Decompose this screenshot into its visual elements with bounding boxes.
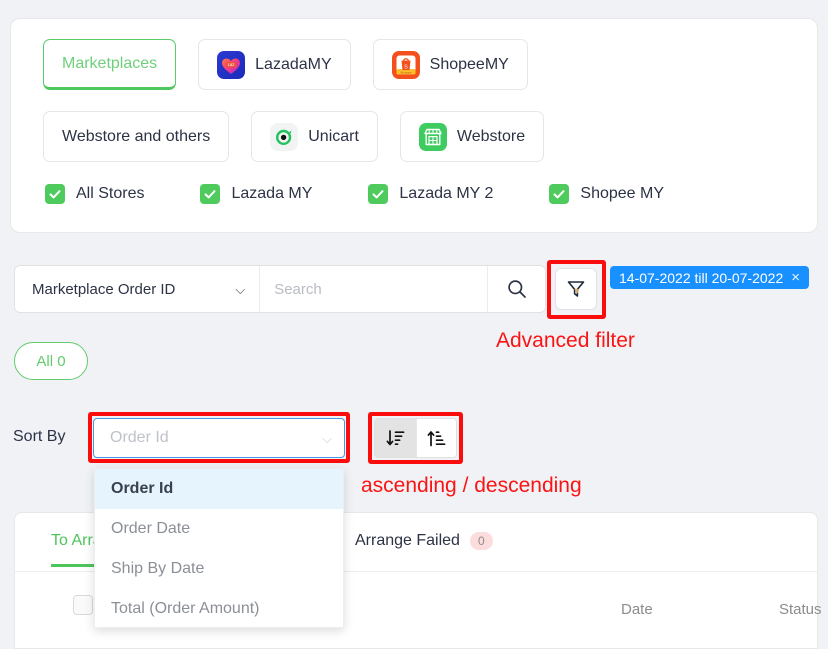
lazada-icon: Laz <box>217 50 246 79</box>
channel-chip-row-marketplaces: Marketplaces Laz LazadaMY S Mo gopio Sho… <box>43 39 550 90</box>
chip-unicart[interactable]: Unicart <box>251 111 378 162</box>
column-header-status[interactable]: Status <box>779 601 822 618</box>
dropdown-option-ship-by-date[interactable]: Ship By Date <box>95 549 343 589</box>
svg-text:Laz: Laz <box>228 62 235 67</box>
annotation-ascending-descending-text: ascending / descending <box>361 474 582 497</box>
search-field-selector[interactable]: Marketplace Order ID ⌵ <box>15 266 261 312</box>
sort-ascending-button[interactable] <box>415 419 456 457</box>
date-range-badge[interactable]: 14-07-2022 till 20-07-2022 × <box>610 266 809 289</box>
check-icon <box>200 184 221 204</box>
chip-webstore[interactable]: Webstore <box>399 111 545 162</box>
dropdown-option-order-date-label: Order Date <box>111 520 191 537</box>
advanced-filter-button[interactable] <box>555 268 597 310</box>
sort-by-label: Sort By <box>13 428 66 445</box>
checkbox-all-stores[interactable]: All Stores <box>45 184 144 204</box>
dropdown-option-total-order-amount[interactable]: Total (Order Amount) <box>95 589 343 627</box>
chip-lazadamy-label: LazadaMY <box>255 55 332 73</box>
search-field-selector-value: Marketplace Order ID <box>32 280 176 298</box>
dropdown-option-order-id[interactable]: Order Id <box>95 469 343 509</box>
dropdown-option-ship-by-date-label: Ship By Date <box>111 560 205 577</box>
search-input[interactable] <box>260 266 488 312</box>
column-header-date[interactable]: Date <box>621 601 653 618</box>
check-icon <box>549 184 570 204</box>
webstore-icon <box>418 122 447 151</box>
chip-webstore-and-others-label: Webstore and others <box>62 127 211 145</box>
search-bar: Marketplace Order ID ⌵ <box>14 265 546 313</box>
tab-arrange-failed-badge: 0 <box>469 532 493 551</box>
channel-chip-row-webstore: Webstore and others Unicart Webstore <box>43 111 566 162</box>
store-checkbox-row: All Stores Lazada MY Lazada MY 2 Shopee … <box>45 184 720 204</box>
status-tag-all-label: All 0 <box>36 352 66 370</box>
chevron-down-icon: ⌵ <box>235 281 246 297</box>
funnel-icon <box>565 278 587 300</box>
chip-webstore-label: Webstore <box>456 127 526 145</box>
check-icon <box>368 184 389 204</box>
chip-shopeemy[interactable]: S Mo gopio ShopeeMY <box>372 39 528 90</box>
chip-webstore-and-others[interactable]: Webstore and others <box>43 111 230 162</box>
chevron-down-icon: ⌵ <box>322 430 332 446</box>
tab-arrange-failed[interactable]: Arrange Failed 0 <box>355 532 493 551</box>
sort-by-select-placeholder: Order Id <box>110 429 169 446</box>
status-tag-all[interactable]: All 0 <box>14 342 88 380</box>
dropdown-option-order-date[interactable]: Order Date <box>95 509 343 549</box>
dropdown-option-order-id-label: Order Id <box>111 480 174 497</box>
sort-by-select[interactable]: Order Id ⌵ <box>93 418 345 458</box>
checkbox-lazada-my-label: Lazada MY <box>231 185 313 202</box>
search-icon <box>506 278 528 300</box>
sort-by-dropdown-menu: Order Id Order Date Ship By Date Total (… <box>94 468 344 628</box>
search-button[interactable] <box>487 266 545 312</box>
annotation-advanced-filter-text: Advanced filter <box>496 329 635 352</box>
checkbox-lazada-my-2[interactable]: Lazada MY 2 <box>368 184 493 204</box>
date-range-badge-label: 14-07-2022 till 20-07-2022 <box>619 269 784 286</box>
checkbox-all-stores-label: All Stores <box>76 185 145 202</box>
svg-text:S: S <box>404 64 408 70</box>
sort-descending-button[interactable] <box>375 419 416 457</box>
empty-checkbox-icon <box>73 595 93 615</box>
shopee-icon: S Mo gopio <box>391 50 420 79</box>
chip-marketplaces-label: Marketplaces <box>62 54 158 72</box>
chip-lazadamy[interactable]: Laz LazadaMY <box>198 39 351 90</box>
sort-ascending-icon <box>426 428 447 449</box>
channel-selection-card: Marketplaces Laz LazadaMY S Mo gopio Sho… <box>10 18 818 233</box>
chip-unicart-label: Unicart <box>308 127 359 145</box>
close-icon[interactable]: × <box>791 270 800 285</box>
tab-arrange-failed-label: Arrange Failed <box>355 532 460 550</box>
checkbox-lazada-my[interactable]: Lazada MY <box>200 184 312 204</box>
sort-direction-group <box>374 418 457 458</box>
checkbox-lazada-my-2-label: Lazada MY 2 <box>399 185 494 202</box>
dropdown-option-total-order-amount-label: Total (Order Amount) <box>111 600 260 617</box>
checkbox-shopee-my-label: Shopee MY <box>580 185 665 202</box>
svg-text:Mo gopio: Mo gopio <box>400 70 411 74</box>
sort-descending-icon <box>385 428 406 449</box>
chip-shopeemy-label: ShopeeMY <box>429 55 509 73</box>
page-root: Marketplaces Laz LazadaMY S Mo gopio Sho… <box>0 0 828 649</box>
checkbox-shopee-my[interactable]: Shopee MY <box>549 184 664 204</box>
chip-marketplaces[interactable]: Marketplaces <box>43 39 177 90</box>
check-icon <box>45 184 65 204</box>
unicart-icon <box>270 122 299 151</box>
